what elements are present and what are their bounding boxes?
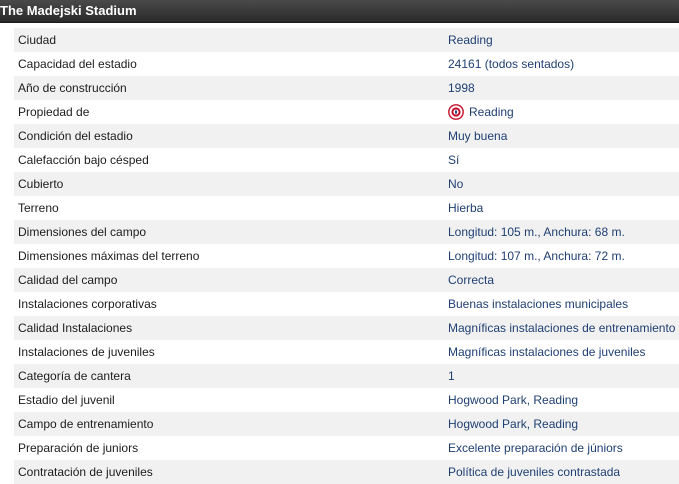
detail-value[interactable]: Correcta (448, 268, 494, 292)
detail-value[interactable]: Hogwood Park, Reading (448, 388, 578, 412)
detail-value[interactable]: Muy buena (448, 124, 507, 148)
detail-row-surface: Terreno Hierba (14, 196, 679, 220)
detail-value[interactable]: Reading (448, 28, 493, 52)
detail-label: Contratación de juveniles (18, 465, 153, 479)
detail-label: Instalaciones corporativas (18, 297, 157, 311)
detail-row-pitch-quality: Calidad del campo Correcta (14, 268, 679, 292)
detail-value[interactable]: No (448, 172, 463, 196)
detail-label: Categoría de cantera (18, 369, 131, 383)
detail-row-academy-category: Categoría de cantera 1 (14, 364, 679, 388)
detail-value[interactable]: Longitud: 107 m., Anchura: 72 m. (448, 244, 625, 268)
detail-value[interactable]: Longitud: 105 m., Anchura: 68 m. (448, 220, 625, 244)
detail-row-corporate-facilities: Instalaciones corporativas Buenas instal… (14, 292, 679, 316)
detail-row-capacity: Capacidad del estadio 24161 (todos senta… (14, 52, 679, 76)
detail-row-year-built: Año de construcción 1998 (14, 76, 679, 100)
detail-label: Capacidad del estadio (18, 57, 137, 71)
detail-label: Cubierto (18, 177, 64, 191)
detail-label: Instalaciones de juveniles (18, 345, 155, 359)
detail-row-training-ground: Campo de entrenamiento Hogwood Park, Rea… (14, 412, 679, 436)
detail-row-youth-stadium: Estadio del juvenil Hogwood Park, Readin… (14, 388, 679, 412)
detail-label: Calefacción bajo césped (18, 153, 149, 167)
owner-club-link[interactable]: Reading (469, 105, 514, 119)
detail-label: Propiedad de (18, 105, 90, 119)
detail-row-youth-facilities: Instalaciones de juveniles Magníficas in… (14, 340, 679, 364)
detail-row-pitch-size: Dimensiones del campo Longitud: 105 m., … (14, 220, 679, 244)
detail-value[interactable]: Magníficas instalaciones de juveniles (448, 340, 645, 364)
detail-value[interactable]: Hogwood Park, Reading (448, 412, 578, 436)
detail-value-owner[interactable]: Reading (448, 100, 514, 124)
detail-label: Dimensiones del campo (18, 225, 147, 239)
detail-value[interactable]: 24161 (todos sentados) (448, 52, 574, 76)
detail-row-condition: Condición del estadio Muy buena (14, 124, 679, 148)
detail-value[interactable]: Excelente preparación de júniors (448, 436, 623, 460)
detail-label: Calidad Instalaciones (18, 321, 133, 335)
club-crest-icon[interactable] (448, 103, 464, 120)
detail-row-youth-recruitment: Contratación de juveniles Política de ju… (14, 460, 679, 484)
stadium-details-table: Ciudad Reading Capacidad del estadio 241… (14, 28, 679, 484)
detail-value[interactable]: 1998 (448, 76, 475, 100)
detail-value[interactable]: Política de juveniles contrastada (448, 460, 620, 484)
detail-label: Campo de entrenamiento (18, 417, 154, 431)
detail-row-city: Ciudad Reading (14, 28, 679, 52)
detail-row-facility-quality: Calidad Instalaciones Magníficas instala… (14, 316, 679, 340)
detail-row-junior-preparation: Preparación de juniors Excelente prepara… (14, 436, 679, 460)
detail-label: Dimensiones máximas del terreno (18, 249, 200, 263)
detail-label: Año de construcción (18, 81, 127, 95)
detail-label: Estadio del juvenil (18, 393, 115, 407)
detail-row-heating: Calefacción bajo césped Sí (14, 148, 679, 172)
detail-label: Condición del estadio (18, 129, 133, 143)
detail-row-covered: Cubierto No (14, 172, 679, 196)
detail-value[interactable]: 1 (448, 364, 455, 388)
detail-row-owner: Propiedad de Reading (14, 100, 679, 124)
detail-value[interactable]: Magníficas instalaciones de entrenamient… (448, 316, 675, 340)
detail-label: Terreno (18, 201, 59, 215)
detail-label: Calidad del campo (18, 273, 118, 287)
detail-value[interactable]: Buenas instalaciones municipales (448, 292, 628, 316)
detail-row-max-size: Dimensiones máximas del terreno Longitud… (14, 244, 679, 268)
stadium-details: Ciudad Reading Capacidad del estadio 241… (0, 23, 679, 484)
detail-label: Ciudad (18, 33, 57, 47)
detail-value[interactable]: Hierba (448, 196, 483, 220)
stadium-panel-header: The Madejski Stadium (0, 0, 679, 23)
detail-value[interactable]: Sí (448, 148, 459, 172)
stadium-title: The Madejski Stadium (0, 3, 137, 18)
detail-label: Preparación de juniors (18, 441, 139, 455)
